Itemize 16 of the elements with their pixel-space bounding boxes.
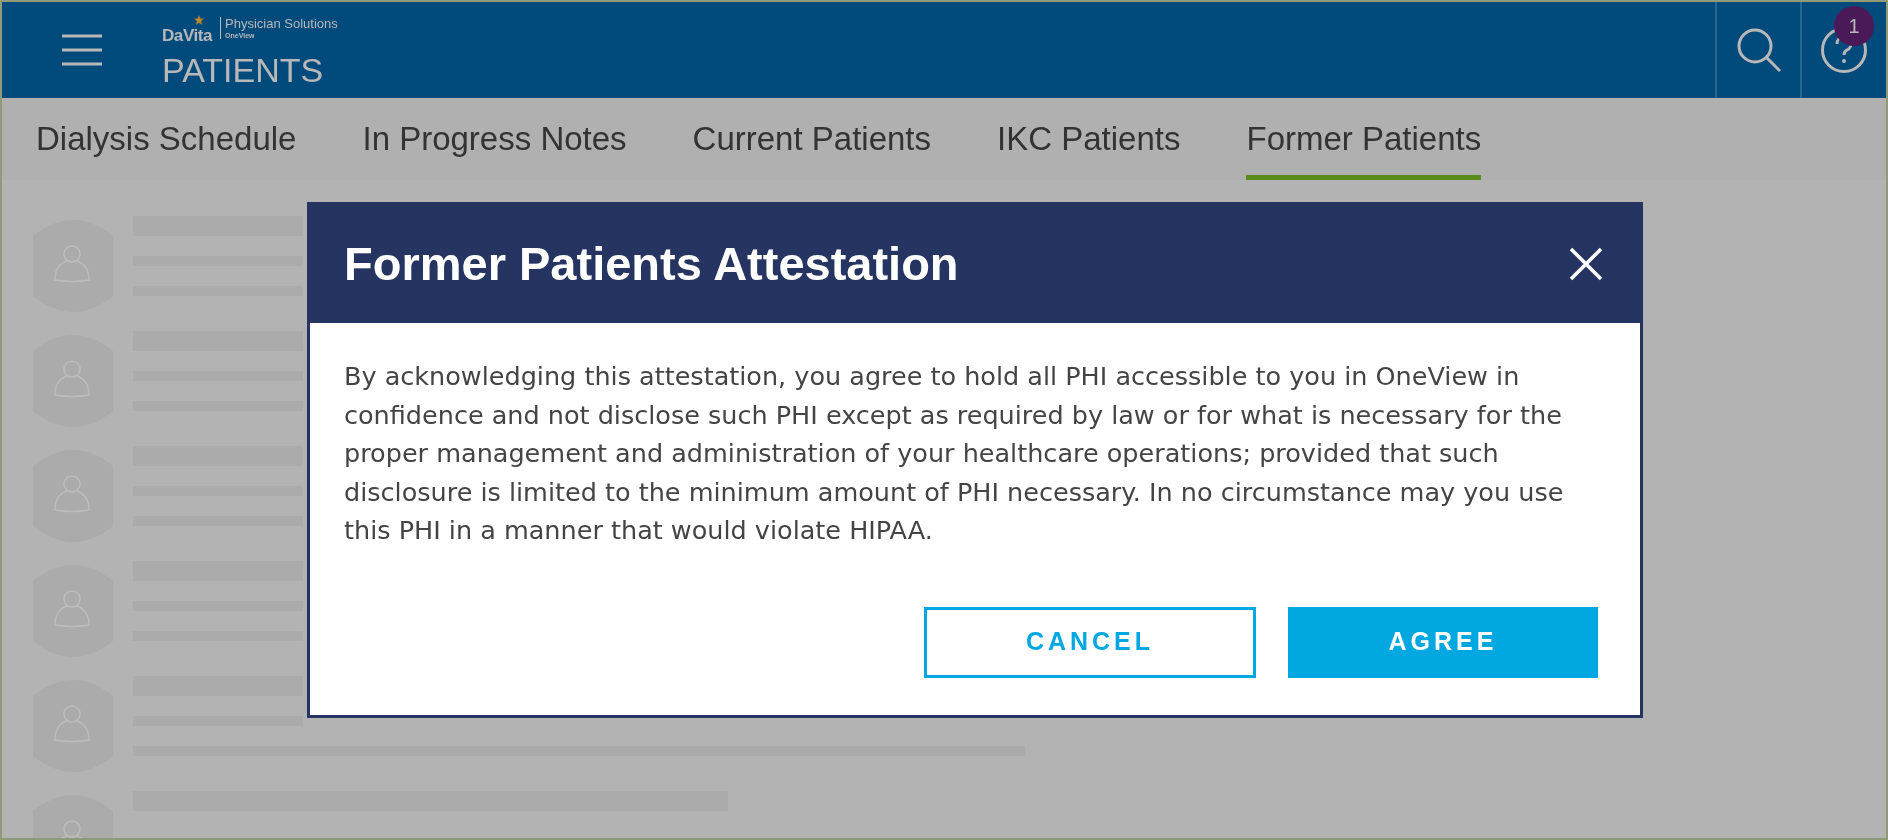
help-button[interactable]: 1 <box>1800 2 1886 98</box>
close-icon <box>1569 247 1603 281</box>
brand-logo: DaVita <box>162 26 213 46</box>
search-icon <box>1735 27 1782 73</box>
tab[interactable]: Former Patients <box>1246 98 1482 180</box>
dialog-title: Former Patients Attestation <box>344 235 959 292</box>
menu-icon <box>61 33 103 67</box>
star-icon <box>194 15 204 26</box>
tab[interactable]: In Progress Notes <box>362 98 627 180</box>
notification-badge: 1 <box>1834 6 1874 46</box>
tab[interactable]: IKC Patients <box>997 98 1181 180</box>
attestation-text: By acknowledging this attestation, you agree to hold all PHI accessible to you in OneView in confidence and not disclose such PHI except as required by law or for what is necessary for the proper management and administration of your healthcare operations; provided that such disclosure is limited to the minimum amount of PHI necessary. In no circumstance may you use this PHI in a manner that would violate HIPAA. <box>343 360 1565 547</box>
tab[interactable]: Current Patients <box>692 98 932 180</box>
page-title: PATIENTS <box>162 52 325 87</box>
tab[interactable]: Dialysis Schedule <box>36 98 297 180</box>
product-name: Physician Solutions <box>225 17 338 31</box>
